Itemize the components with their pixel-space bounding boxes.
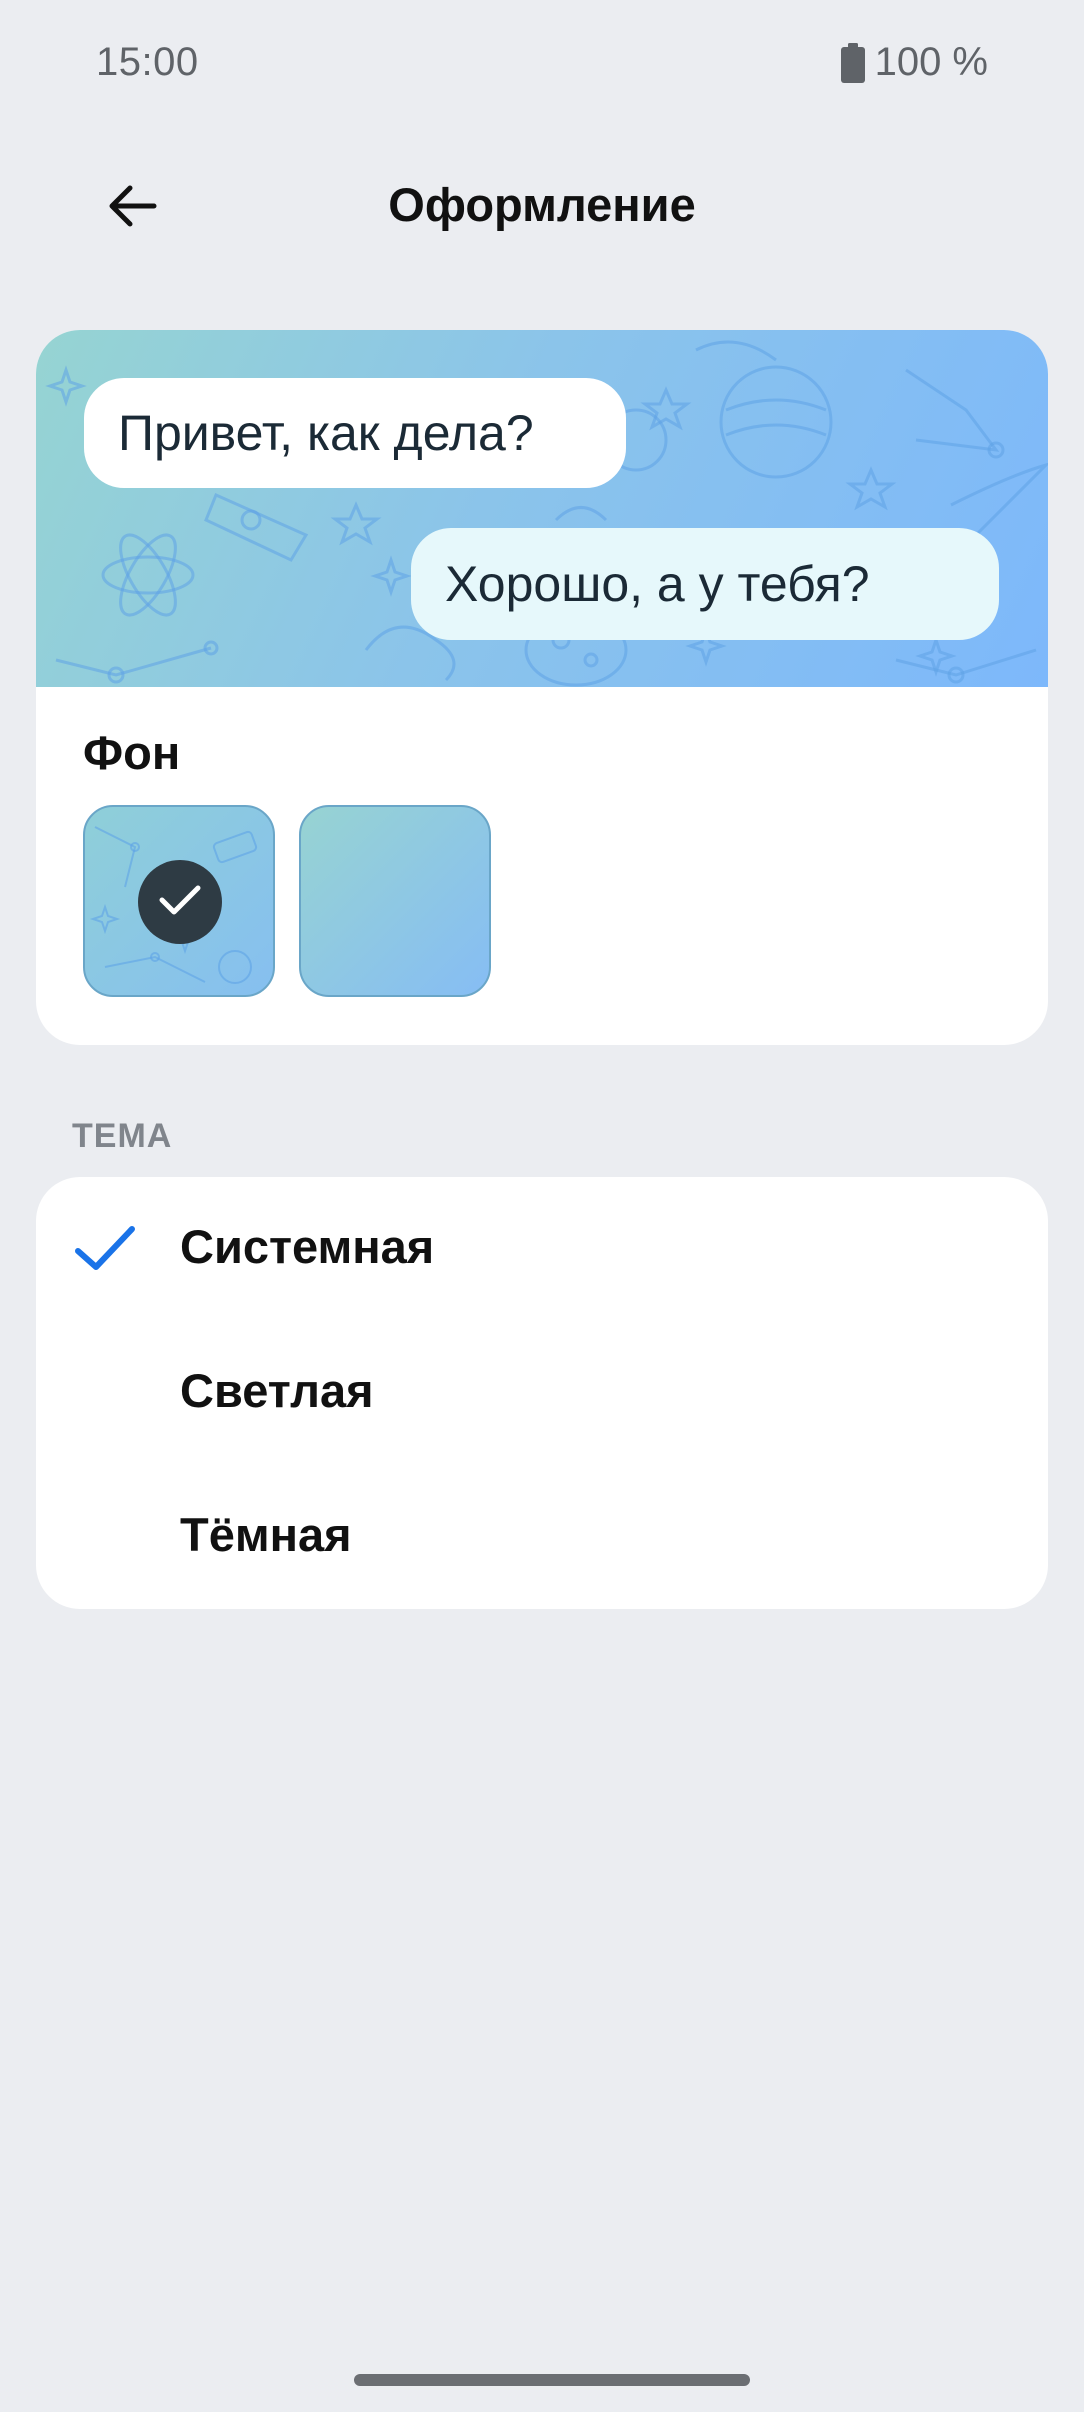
battery-icon	[840, 42, 865, 83]
theme-option-label: Тёмная	[180, 1508, 352, 1561]
wallpaper-option-gradient[interactable]	[299, 805, 491, 997]
theme-option-system[interactable]: Системная	[36, 1177, 1048, 1321]
page-title: Оформление	[388, 178, 696, 231]
status-right: 100 %	[840, 40, 988, 85]
status-time: 15:00	[96, 40, 199, 84]
appearance-screen: 15:00 100 % Оформление Привет, как дела?…	[0, 0, 1084, 2412]
background-label: Фон	[83, 726, 181, 779]
check-icon	[74, 1223, 138, 1280]
home-indicator[interactable]	[354, 2374, 750, 2386]
theme-card: Системная Светлая Тёмная	[36, 1177, 1048, 1609]
outgoing-message-bubble: Хорошо, а у тебя?	[411, 528, 999, 640]
theme-option-light[interactable]: Светлая	[36, 1321, 1048, 1465]
battery-percent: 100 %	[874, 40, 988, 84]
outgoing-message-text: Хорошо, а у тебя?	[445, 556, 870, 612]
theme-section-header: ТЕМА	[72, 1117, 173, 1155]
theme-option-label: Системная	[180, 1220, 435, 1273]
incoming-message-text: Привет, как дела?	[118, 405, 534, 461]
background-card: Привет, как дела? Хорошо, а у тебя? Фон	[36, 330, 1048, 1045]
wallpaper-option-pattern[interactable]	[83, 805, 275, 997]
chat-preview: Привет, как дела? Хорошо, а у тебя?	[36, 330, 1048, 687]
incoming-message-bubble: Привет, как дела?	[84, 378, 626, 488]
theme-option-dark[interactable]: Тёмная	[36, 1465, 1048, 1609]
theme-option-label: Светлая	[180, 1364, 374, 1417]
top-bar: Оформление	[0, 155, 1084, 255]
check-icon	[156, 880, 204, 925]
status-bar: 15:00 100 %	[0, 0, 1084, 125]
selected-check-badge	[138, 860, 222, 944]
